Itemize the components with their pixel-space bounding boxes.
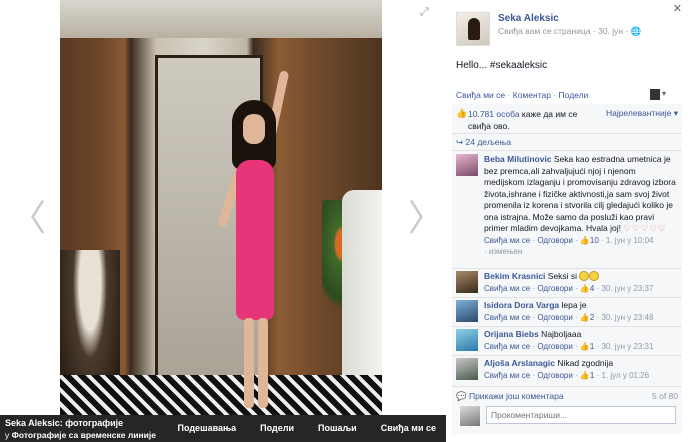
commenter-name[interactable]: Aljoša Arslanagic xyxy=(484,358,555,368)
comment-likes-count[interactable]: 👍1 xyxy=(580,342,594,351)
photo-caption-bar: Seka Aleksic: фотографије у Фотографије … xyxy=(0,415,446,442)
post-meta: Свиђа вам се страница · 30. јун · 🌐 xyxy=(498,26,642,36)
comment-bubble-icon: 💬 xyxy=(456,391,467,401)
commenter-name[interactable]: Isidora Dora Varga xyxy=(484,300,559,310)
comment-text: Seksi si xyxy=(545,271,578,281)
comment-time[interactable]: 30. јун у 23:48 xyxy=(601,313,653,322)
next-photo-arrow-icon[interactable]: 〉 xyxy=(408,200,444,236)
photo-viewer: 〈 〉 ⤢ Seka Aleksic: фотографије у Фотогр… xyxy=(0,0,446,442)
comment-meta: Свиђа ми се · Одговори · 👍4 · 30. јун у … xyxy=(484,283,654,293)
comment-time[interactable]: 30. јун у 23:37 xyxy=(601,284,653,293)
smile-emoji-icon xyxy=(589,271,600,281)
heart-emoji-icons: ♡♡♡♡♡ xyxy=(623,223,667,233)
comment-text: Nikad zgodnija xyxy=(555,358,614,368)
post-like-link[interactable]: Свиђа ми се xyxy=(456,90,505,100)
divider xyxy=(452,326,682,327)
comment-time[interactable]: 1. јун у 10:04 xyxy=(606,236,654,245)
comment-text: Seka kao estradna umetnica je bez premca… xyxy=(484,154,676,233)
comment-reply-link[interactable]: Одговори xyxy=(537,284,572,293)
commenter-name[interactable]: Beba Milutinovic xyxy=(484,154,552,164)
close-icon[interactable]: ✕ xyxy=(673,2,682,15)
more-comments-link[interactable]: 💬 Прикажи још коментара xyxy=(456,391,564,402)
divider xyxy=(452,355,682,356)
comment-like-link[interactable]: Свиђа ми се xyxy=(484,313,530,322)
comment-meta: Свиђа ми се · Одговори · 👍1 · 30. јун у … xyxy=(484,341,654,351)
commenter-name[interactable]: Bekim Krasnici xyxy=(484,271,545,281)
smile-emoji-icon xyxy=(579,271,590,281)
viewer-avatar xyxy=(460,406,480,426)
divider xyxy=(452,150,682,151)
comment-like-link[interactable]: Свиђа ми се xyxy=(484,371,530,380)
commenter-avatar[interactable] xyxy=(456,358,478,380)
post-comment-link[interactable]: Коментар xyxy=(513,90,551,100)
send-button[interactable]: Пошаљи xyxy=(318,423,357,433)
comment-text: lepa je xyxy=(559,300,587,310)
photo-person xyxy=(210,70,300,410)
commenter-avatar[interactable] xyxy=(456,300,478,322)
album-owner-title[interactable]: Seka Aleksic: фотографије xyxy=(5,418,123,428)
commenter-avatar[interactable] xyxy=(456,154,478,176)
comment-time[interactable]: 30. јун у 23:31 xyxy=(601,342,653,351)
photo-ceiling xyxy=(60,0,382,38)
post-actions: Свиђа ми се · Коментар · Подели xyxy=(456,90,589,100)
comment-likes-count[interactable]: 👍1 xyxy=(580,371,594,380)
comment-likes-count[interactable]: 👍4 xyxy=(580,284,594,293)
post-text: Hello... #sekaaleksic xyxy=(456,60,548,71)
likes-summary: 👍 10.781 особа каже да им се свиђа ово. … xyxy=(456,108,678,131)
comment-reply-link[interactable]: Одговори xyxy=(537,371,572,380)
comment-likes-count[interactable]: 👍10 xyxy=(580,236,599,245)
comment-meta: Свиђа ми се · Одговори · 👍2 · 30. јун у … xyxy=(484,312,654,322)
comment-reply-link[interactable]: Одговори xyxy=(537,236,572,245)
author-avatar[interactable] xyxy=(456,12,490,46)
comment-like-link[interactable]: Свиђа ми се xyxy=(484,236,530,245)
share-icon: ↪ xyxy=(456,137,464,147)
like-button[interactable]: Свиђа ми се xyxy=(381,423,436,433)
feedback-box: 👍 10.781 особа каже да им се свиђа ово. … xyxy=(452,104,682,434)
expand-icon[interactable]: ⤢ xyxy=(420,6,432,18)
album-link[interactable]: Фотографије са временске линије xyxy=(12,430,156,440)
post-as-avatar[interactable] xyxy=(650,89,660,100)
comment-reply-link[interactable]: Одговори xyxy=(537,313,572,322)
album-subtitle: у Фотографије са временске линије xyxy=(5,430,156,440)
comment-edited: · измењен xyxy=(484,247,523,256)
divider xyxy=(452,268,682,269)
share-button[interactable]: Подели xyxy=(260,423,294,433)
sort-dropdown[interactable]: Најрелевантније ▾ xyxy=(606,108,678,119)
previous-photo-arrow-icon[interactable]: 〈 xyxy=(10,200,46,236)
comment-counter: 5 of 80 xyxy=(652,391,678,401)
comment-time[interactable]: 1. јул у 01:26 xyxy=(601,371,649,380)
comment-reply-link[interactable]: Одговори xyxy=(537,342,572,351)
commenter-name[interactable]: Orijana Biebs xyxy=(484,329,539,339)
comment-text: Najboljaaa xyxy=(538,329,582,339)
comment-like-link[interactable]: Свиђа ми се xyxy=(484,342,530,351)
comment-meta: Свиђа ми се · Одговори · 👍10 · 1. јун у … xyxy=(484,235,654,245)
post-share-link[interactable]: Подели xyxy=(559,90,589,100)
commenter-avatar[interactable] xyxy=(456,329,478,351)
photo[interactable] xyxy=(60,0,382,415)
album-prefix: у xyxy=(5,430,10,440)
likes-count-link[interactable]: 10.781 особа xyxy=(468,109,520,119)
divider xyxy=(452,297,682,298)
commenter-avatar[interactable] xyxy=(456,271,478,293)
thumbs-up-icon: 👍 xyxy=(456,108,468,118)
divider xyxy=(452,386,682,387)
comment-likes-count[interactable]: 👍2 xyxy=(580,313,594,322)
post-side-panel: ✕ Seka Aleksic Свиђа вам се страница · 3… xyxy=(446,0,688,442)
divider xyxy=(452,133,682,134)
comment-input[interactable] xyxy=(486,406,676,424)
chevron-down-icon[interactable]: ▾ xyxy=(662,89,666,98)
shares-link[interactable]: ↪ 24 дељења xyxy=(456,137,511,148)
photo-actions: Подешавања Подели Пошаљи Свиђа ми се xyxy=(178,423,437,433)
options-button[interactable]: Подешавања xyxy=(178,423,237,433)
comment-meta: Свиђа ми се · Одговори · 👍1 · 1. јул у 0… xyxy=(484,370,650,380)
comment-like-link[interactable]: Свиђа ми се xyxy=(484,284,530,293)
author-name[interactable]: Seka Aleksic xyxy=(498,13,559,24)
